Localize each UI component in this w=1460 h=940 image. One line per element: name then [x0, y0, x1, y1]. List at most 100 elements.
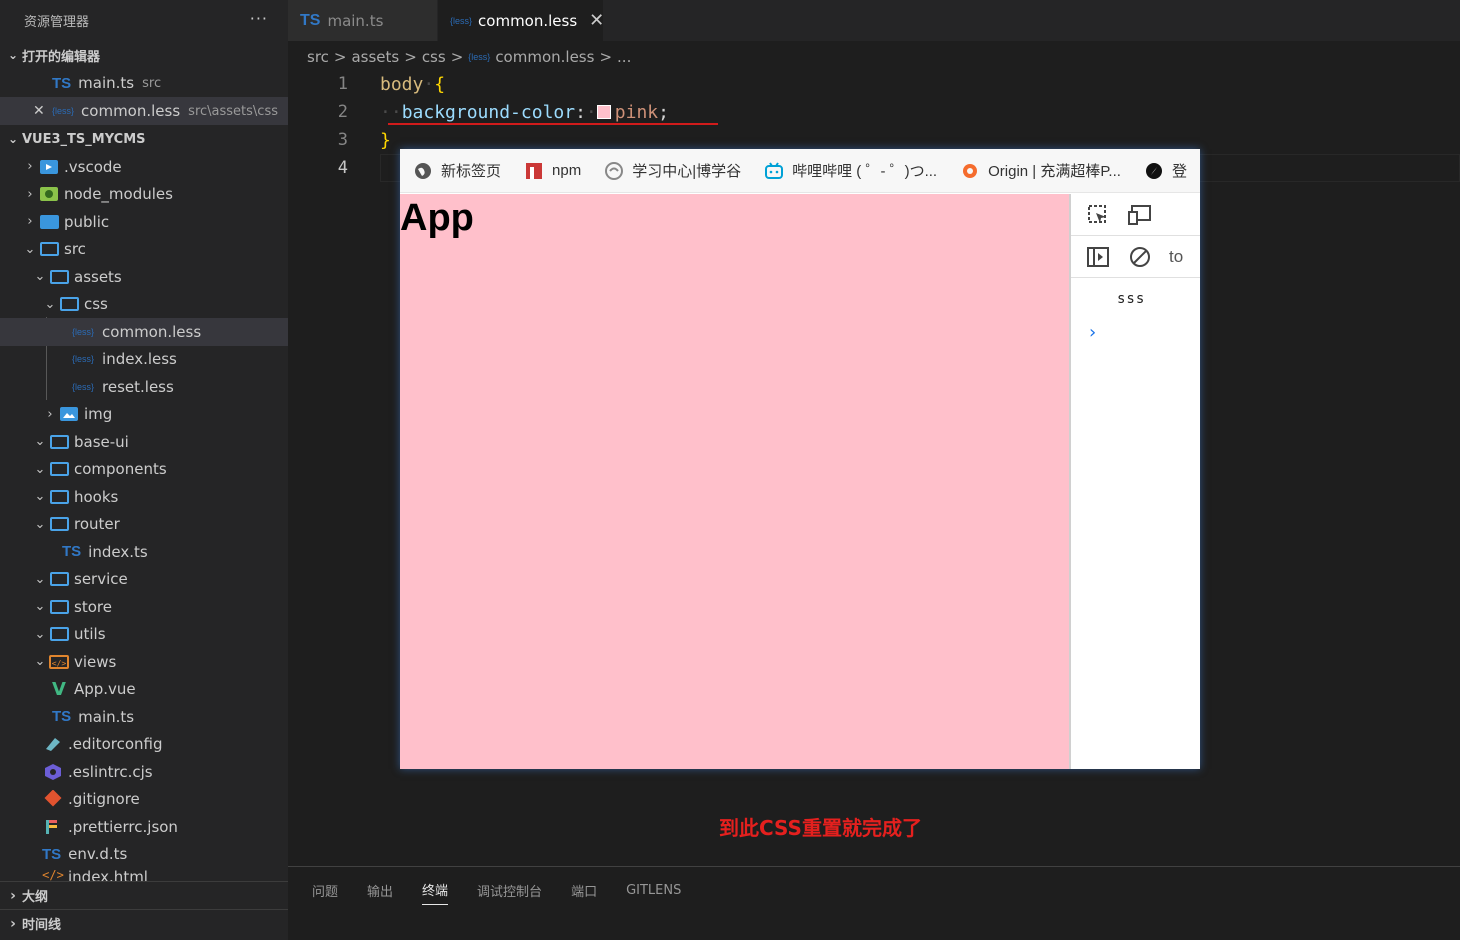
- tree-item-public[interactable]: › public: [0, 208, 288, 236]
- chevron-down-icon: ⌄: [34, 599, 46, 615]
- tree-item-store[interactable]: ⌄ store: [0, 593, 288, 621]
- device-toggle-icon[interactable]: [1127, 202, 1153, 228]
- chevron-down-icon: ⌄: [34, 461, 46, 477]
- tree-item-service[interactable]: ⌄ service: [0, 566, 288, 594]
- bookmark-label: 哔哩哔哩 ( ゜- ゜)つ...: [792, 163, 938, 180]
- close-icon[interactable]: ✕: [589, 10, 604, 31]
- tree-item-env-d-ts[interactable]: TS env.d.ts: [0, 841, 288, 869]
- tree-item-main-ts[interactable]: TS main.ts: [0, 703, 288, 731]
- typescript-icon: TS: [52, 708, 72, 726]
- tree-item-reset-less[interactable]: {less} reset.less: [0, 373, 288, 401]
- breadcrumb-item[interactable]: ...: [617, 48, 631, 66]
- breadcrumb-item[interactable]: common.less: [495, 48, 594, 66]
- code-line-2[interactable]: 2 ··background-color:· pink;: [288, 98, 1460, 126]
- tree-item-common-less[interactable]: {less} common.less: [0, 318, 288, 346]
- tree-item-img[interactable]: › img: [0, 401, 288, 429]
- close-icon[interactable]: ✕: [33, 103, 45, 119]
- error-squiggle: [388, 123, 718, 125]
- tab-problems[interactable]: 问题: [312, 875, 338, 905]
- vscode-folder-icon: [38, 159, 60, 175]
- tree-item-label: css: [84, 295, 108, 314]
- folder-open-icon: [38, 242, 60, 257]
- tab-terminal[interactable]: 终端: [422, 875, 449, 905]
- tree-item-node-modules[interactable]: › node_modules: [0, 181, 288, 209]
- tree-item-router[interactable]: ⌄ router: [0, 511, 288, 539]
- tree-item-utils[interactable]: ⌄ utils: [0, 621, 288, 649]
- tree-item-index-less[interactable]: {less} index.less: [0, 346, 288, 374]
- css-property: background-color: [401, 101, 576, 123]
- tab-ports[interactable]: 端口: [571, 875, 597, 905]
- tree-item-src[interactable]: ⌄ src: [0, 236, 288, 264]
- code-text: }: [380, 130, 391, 151]
- typescript-icon: TS: [52, 74, 72, 92]
- tree-item-views[interactable]: ⌄ </> views: [0, 648, 288, 676]
- less-icon: {less}: [468, 52, 491, 62]
- tree-item-hooks[interactable]: ⌄ hooks: [0, 483, 288, 511]
- tree-item-eslintrc[interactable]: .eslintrc.cjs: [0, 758, 288, 786]
- more-actions-icon[interactable]: ···: [250, 9, 268, 28]
- inspect-element-icon[interactable]: [1085, 202, 1111, 228]
- tree-item-label: node_modules: [64, 185, 173, 204]
- folder-open-icon: [48, 269, 70, 284]
- tree-item-vscode[interactable]: › .vscode: [0, 153, 288, 181]
- vue-icon: V: [52, 678, 66, 700]
- tree-item-components[interactable]: ⌄ components: [0, 456, 288, 484]
- tree-item-label: public: [64, 212, 110, 231]
- open-editor-common-less[interactable]: ✕ {less} common.less src\assets\css: [0, 97, 288, 125]
- tree-item-label: service: [74, 570, 128, 589]
- tree-item-editorconfig[interactable]: .editorconfig: [0, 731, 288, 759]
- tab-gitlens[interactable]: GITLENS: [626, 875, 681, 905]
- chevron-right-icon: ›: [10, 915, 16, 932]
- open-editor-name: main.ts: [78, 74, 135, 92]
- timeline-label: 时间线: [22, 918, 62, 933]
- clear-console-icon[interactable]: [1127, 244, 1153, 270]
- bookmark-label: 学习中心|博学谷: [632, 163, 742, 180]
- open-editor-main-ts[interactable]: TS main.ts src: [0, 69, 288, 97]
- tab-debug-console[interactable]: 调试控制台: [477, 875, 542, 905]
- bookmark-origin[interactable]: Origin | 充满超棒P...: [961, 160, 1121, 181]
- tree-item-base-ui[interactable]: ⌄ base-ui: [0, 428, 288, 456]
- bookmark-login[interactable]: 登: [1145, 160, 1187, 181]
- bookmark-label: npm: [552, 162, 582, 179]
- bookmark-new-tab[interactable]: 新标签页: [414, 160, 501, 181]
- tree-item-label: .gitignore: [68, 790, 140, 809]
- bookmarks-bar: 新标签页 npm 学习中心|博学谷 哔哩哔哩 ( ゜- ゜)つ... Origi…: [400, 149, 1200, 193]
- tree-item-assets[interactable]: ⌄ assets: [0, 263, 288, 291]
- breadcrumb-item[interactable]: src: [307, 48, 329, 66]
- color-swatch-icon[interactable]: [596, 104, 611, 119]
- node-folder-icon: [38, 186, 60, 202]
- tab-main-ts[interactable]: TS main.ts: [288, 0, 438, 41]
- chevron-right-icon: ›: [27, 159, 33, 175]
- outline-section[interactable]: › 大纲: [0, 881, 288, 909]
- code-text: ··background-color:· pink;: [380, 101, 669, 123]
- bookmark-boxuegu[interactable]: 学习中心|博学谷: [605, 160, 741, 181]
- breadcrumb-item[interactable]: css: [422, 48, 446, 66]
- close-brace: }: [380, 129, 391, 151]
- open-editor-path: src: [142, 75, 162, 91]
- tree-item-label: common.less: [102, 322, 202, 341]
- tab-label: common.less: [478, 11, 578, 30]
- tree-item-router-index-ts[interactable]: TS index.ts: [0, 538, 288, 566]
- console-context-selector[interactable]: to: [1169, 247, 1183, 267]
- project-section[interactable]: ⌄ VUE3_TS_MYCMS: [0, 125, 288, 153]
- tree-item-css[interactable]: ⌄ css: [0, 291, 288, 319]
- code-line-1[interactable]: 1 body·{: [288, 70, 1460, 98]
- chevron-down-icon: ⌄: [34, 516, 46, 532]
- tree-item-app-vue[interactable]: V App.vue: [0, 676, 288, 704]
- breadcrumb-item[interactable]: assets: [351, 48, 399, 66]
- tree-item-prettierrc[interactable]: .prettierrc.json: [0, 813, 288, 841]
- open-editors-section[interactable]: ⌄ 打开的编辑器: [0, 41, 288, 69]
- line-number: 4: [337, 158, 348, 178]
- timeline-section[interactable]: › 时间线: [0, 909, 288, 937]
- bookmark-bilibili[interactable]: 哔哩哔哩 ( ゜- ゜)つ...: [765, 160, 937, 181]
- breadcrumb-separator: >: [404, 48, 417, 66]
- sidebar-toggle-icon[interactable]: [1085, 244, 1111, 270]
- tree-item-label: base-ui: [74, 432, 129, 451]
- bottom-panel: 问题 输出 终端 调试控制台 端口 GITLENS: [288, 866, 1460, 940]
- tab-output[interactable]: 输出: [367, 875, 393, 905]
- console-prompt-icon[interactable]: ›: [1089, 322, 1096, 343]
- tree-item-gitignore[interactable]: .gitignore: [0, 786, 288, 814]
- tab-common-less[interactable]: {less} common.less ✕: [438, 0, 604, 41]
- tree-item-label: .eslintrc.cjs: [68, 762, 153, 781]
- bookmark-npm[interactable]: npm: [525, 162, 581, 180]
